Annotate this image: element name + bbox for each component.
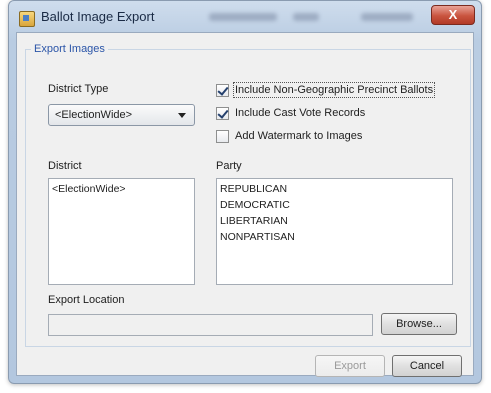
app-icon [19,11,35,27]
ballot-image-export-window: Ballot Image Export X Export Images Dist… [8,0,482,384]
include-non-geo-label[interactable]: Include Non-Geographic Precinct Ballots [232,82,436,98]
close-icon: X [448,7,458,22]
export-location-field[interactable] [48,314,373,336]
chevron-down-icon [178,113,186,118]
window-title: Ballot Image Export [41,9,155,24]
dialog-body: Export Images District Type <ElectionWid… [16,32,474,377]
close-button[interactable]: X [431,5,475,25]
title-bar[interactable]: Ballot Image Export X [9,1,481,33]
list-item[interactable]: REPUBLICAN [220,183,287,195]
blurred-title-text [293,13,319,21]
export-location-label: Export Location [48,294,125,306]
list-item[interactable]: DEMOCRATIC [220,199,290,211]
list-item[interactable]: NONPARTISAN [220,231,295,243]
include-cvr-label[interactable]: Include Cast Vote Records [235,107,365,119]
district-listbox[interactable]: <ElectionWide> [48,178,195,285]
group-label: Export Images [31,43,108,55]
blurred-title-text [209,13,277,21]
district-type-selected: <ElectionWide> [55,109,133,121]
district-type-label: District Type [48,83,109,95]
district-label: District [48,160,82,172]
browse-button[interactable]: Browse... [381,313,457,335]
district-type-dropdown[interactable]: <ElectionWide> [48,104,195,126]
cancel-button[interactable]: Cancel [392,355,462,377]
party-listbox[interactable]: REPUBLICAN DEMOCRATIC LIBERTARIAN NONPAR… [216,178,453,285]
list-item[interactable]: <ElectionWide> [52,183,126,195]
blurred-title-text [361,13,413,21]
export-button[interactable]: Export [315,355,385,377]
include-cvr-checkbox[interactable] [216,107,229,120]
add-watermark-checkbox[interactable] [216,130,229,143]
include-non-geo-checkbox[interactable] [216,84,229,97]
add-watermark-label[interactable]: Add Watermark to Images [235,130,362,142]
list-item[interactable]: LIBERTARIAN [220,215,288,227]
party-label: Party [216,160,242,172]
